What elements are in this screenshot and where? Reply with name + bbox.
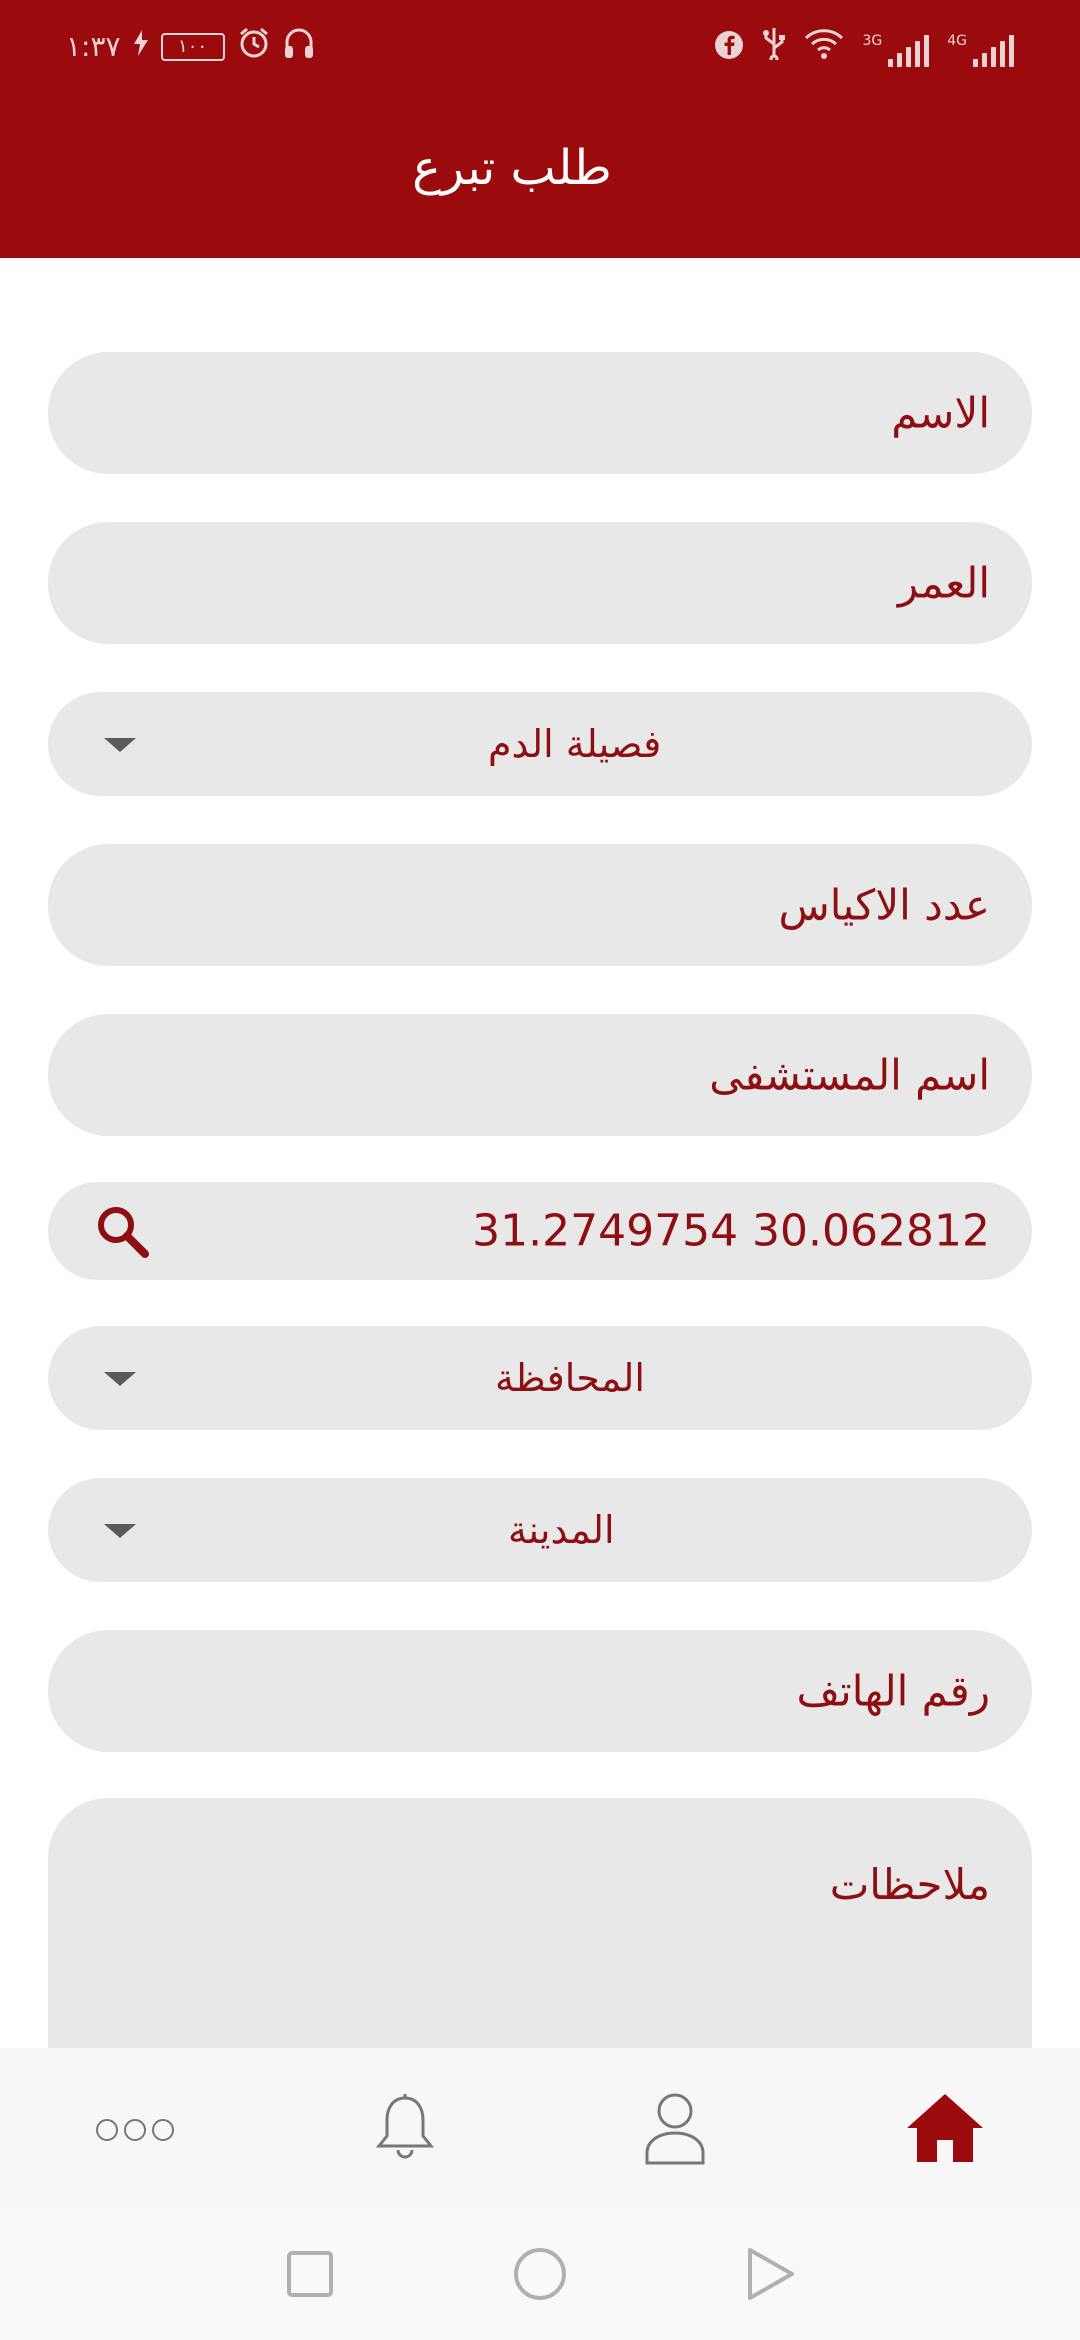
notes-field[interactable]: ملاحظات (48, 1798, 1032, 2048)
status-time: ١:٣٧ (66, 30, 121, 63)
bags-count-field[interactable]: عدد الاكياس (48, 844, 1032, 966)
phone-placeholder: رقم الهاتف (796, 1666, 990, 1716)
city-select[interactable]: المدينة (48, 1478, 1032, 1582)
network-4g-label: 4G (947, 33, 967, 49)
signal-3g-icon: 3G (862, 33, 930, 67)
governorate-label: المحافظة (495, 1356, 645, 1400)
nav-notifications[interactable] (270, 2048, 540, 2212)
battery-icon: ١٠٠ (160, 32, 225, 61)
nav-profile[interactable] (540, 2048, 810, 2212)
search-icon[interactable] (92, 1201, 152, 1261)
alarm-icon (237, 26, 271, 67)
hospital-name-field[interactable]: اسم المستشفى (48, 1014, 1032, 1136)
home-icon (905, 2092, 985, 2168)
age-placeholder: العمر (897, 558, 990, 608)
city-label: المدينة (508, 1508, 615, 1552)
governorate-select[interactable]: المحافظة (48, 1326, 1032, 1430)
blood-type-select[interactable]: فصيلة الدم (48, 692, 1032, 796)
bell-icon (373, 2092, 437, 2168)
nav-more[interactable] (0, 2048, 270, 2212)
bottom-navigation (0, 2048, 1080, 2212)
location-value: 31.2749754 30.062812 (472, 1205, 990, 1257)
headset-icon (283, 26, 315, 67)
charging-icon (133, 30, 149, 63)
profile-icon (643, 2091, 707, 2169)
hospital-name-placeholder: اسم المستشفى (709, 1050, 990, 1100)
phone-field[interactable]: رقم الهاتف (48, 1630, 1032, 1752)
status-bar-left: ١:٣٧ ١٠٠ (66, 26, 315, 67)
blood-type-label: فصيلة الدم (488, 722, 662, 766)
name-placeholder: الاسم (891, 388, 990, 438)
page-title: طلب تبرع (412, 140, 612, 196)
more-icon (96, 2119, 174, 2141)
circle-icon (512, 2246, 568, 2306)
recent-apps-button[interactable] (260, 2212, 360, 2340)
chevron-down-icon (104, 1372, 136, 1386)
app-header: ١:٣٧ ١٠٠ 3G 4G طلب تبرع (0, 0, 1080, 258)
notes-placeholder: ملاحظات (829, 1860, 990, 1909)
battery-level: ١٠٠ (178, 36, 208, 57)
square-icon (285, 2249, 335, 2303)
nav-home[interactable] (810, 2048, 1080, 2212)
bags-count-placeholder: عدد الاكياس (778, 880, 990, 930)
chevron-down-icon (104, 1524, 136, 1538)
usb-icon (762, 26, 786, 67)
wifi-icon (804, 28, 844, 67)
signal-4g-icon: 4G (947, 33, 1014, 67)
age-field[interactable]: العمر (48, 522, 1032, 644)
location-field[interactable]: 31.2749754 30.062812 (48, 1182, 1032, 1280)
network-3g-label: 3G (862, 33, 883, 49)
name-field[interactable]: الاسم (48, 352, 1032, 474)
chevron-down-icon (104, 738, 136, 752)
status-bar-right: 3G 4G (714, 26, 1014, 67)
home-system-button[interactable] (490, 2212, 590, 2340)
system-navigation-bar (0, 2212, 1080, 2340)
triangle-back-icon (744, 2246, 796, 2306)
back-button[interactable] (720, 2212, 820, 2340)
facebook-icon (714, 30, 744, 67)
